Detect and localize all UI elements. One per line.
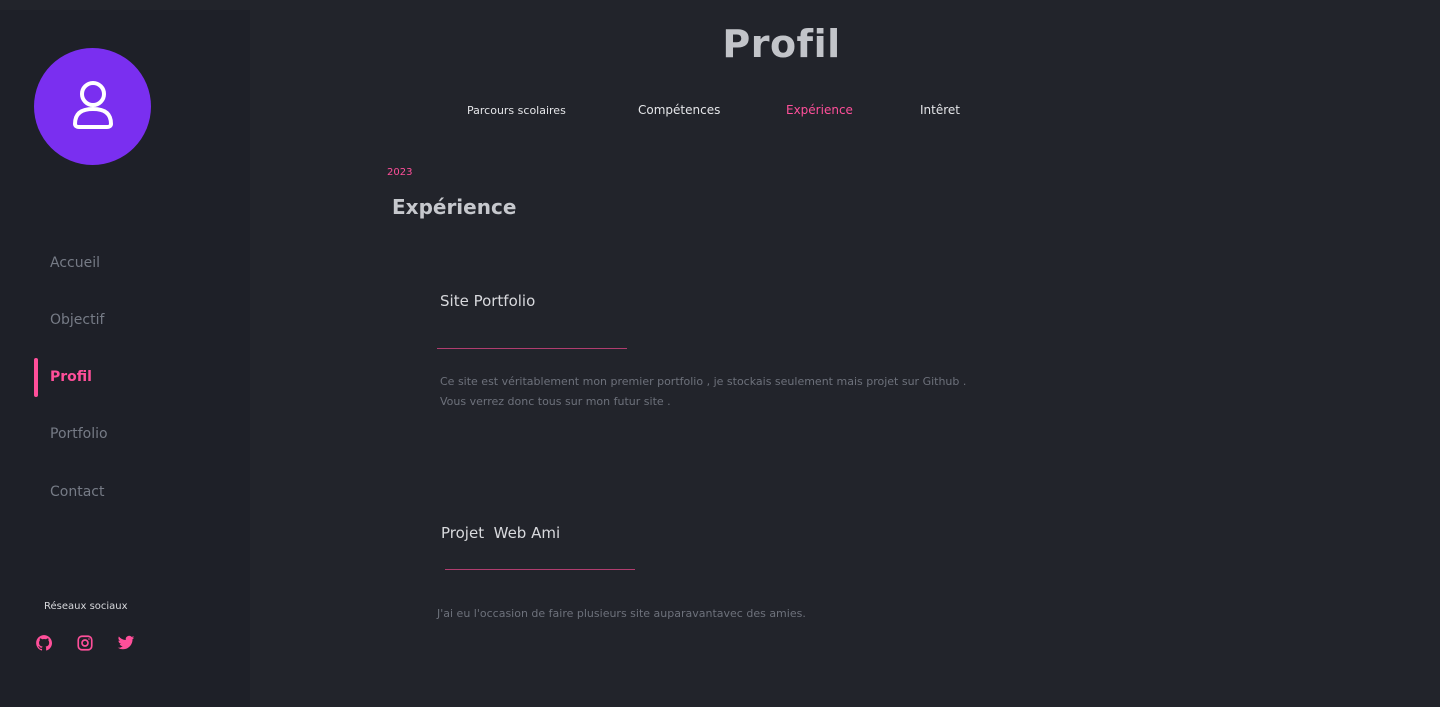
experience-title: Projet Web Ami	[441, 524, 561, 542]
user-icon	[71, 80, 115, 134]
tab-interet[interactable]: Intêret	[920, 103, 960, 117]
instagram-icon[interactable]	[76, 634, 94, 652]
divider	[445, 569, 635, 570]
nav-item-accueil[interactable]: Accueil	[50, 255, 100, 271]
experience-description: J'ai eu l'occasion de faire plusieurs si…	[437, 604, 806, 624]
tab-experience[interactable]: Expérience	[786, 103, 853, 117]
description-line: Vous verrez donc tous sur mon futur site…	[440, 395, 671, 408]
github-icon[interactable]	[35, 634, 53, 652]
description-line: J'ai eu l'occasion de faire plusieurs si…	[437, 607, 806, 620]
experience-title: Site Portfolio	[440, 292, 536, 310]
tab-parcours-scolaires[interactable]: Parcours scolaires	[467, 104, 566, 117]
nav-item-profil[interactable]: Profil	[50, 369, 92, 385]
nav-item-objectif[interactable]: Objectif	[50, 312, 104, 328]
page-title: Profil	[722, 22, 841, 66]
section-title: Expérience	[392, 195, 517, 219]
socials-title: Réseaux sociaux	[44, 601, 128, 612]
experience-description: Ce site est véritablement mon premier po…	[440, 372, 966, 412]
sidebar: Accueil Objectif Profil Portfolio Contac…	[0, 10, 250, 707]
nav-item-portfolio[interactable]: Portfolio	[50, 426, 108, 442]
tab-competences[interactable]: Compétences	[638, 103, 720, 117]
divider	[437, 348, 627, 349]
year-label: 2023	[387, 167, 413, 178]
nav-item-contact[interactable]: Contact	[50, 484, 104, 500]
active-indicator	[34, 358, 38, 397]
description-line: Ce site est véritablement mon premier po…	[440, 375, 967, 388]
twitter-icon[interactable]	[117, 634, 135, 652]
